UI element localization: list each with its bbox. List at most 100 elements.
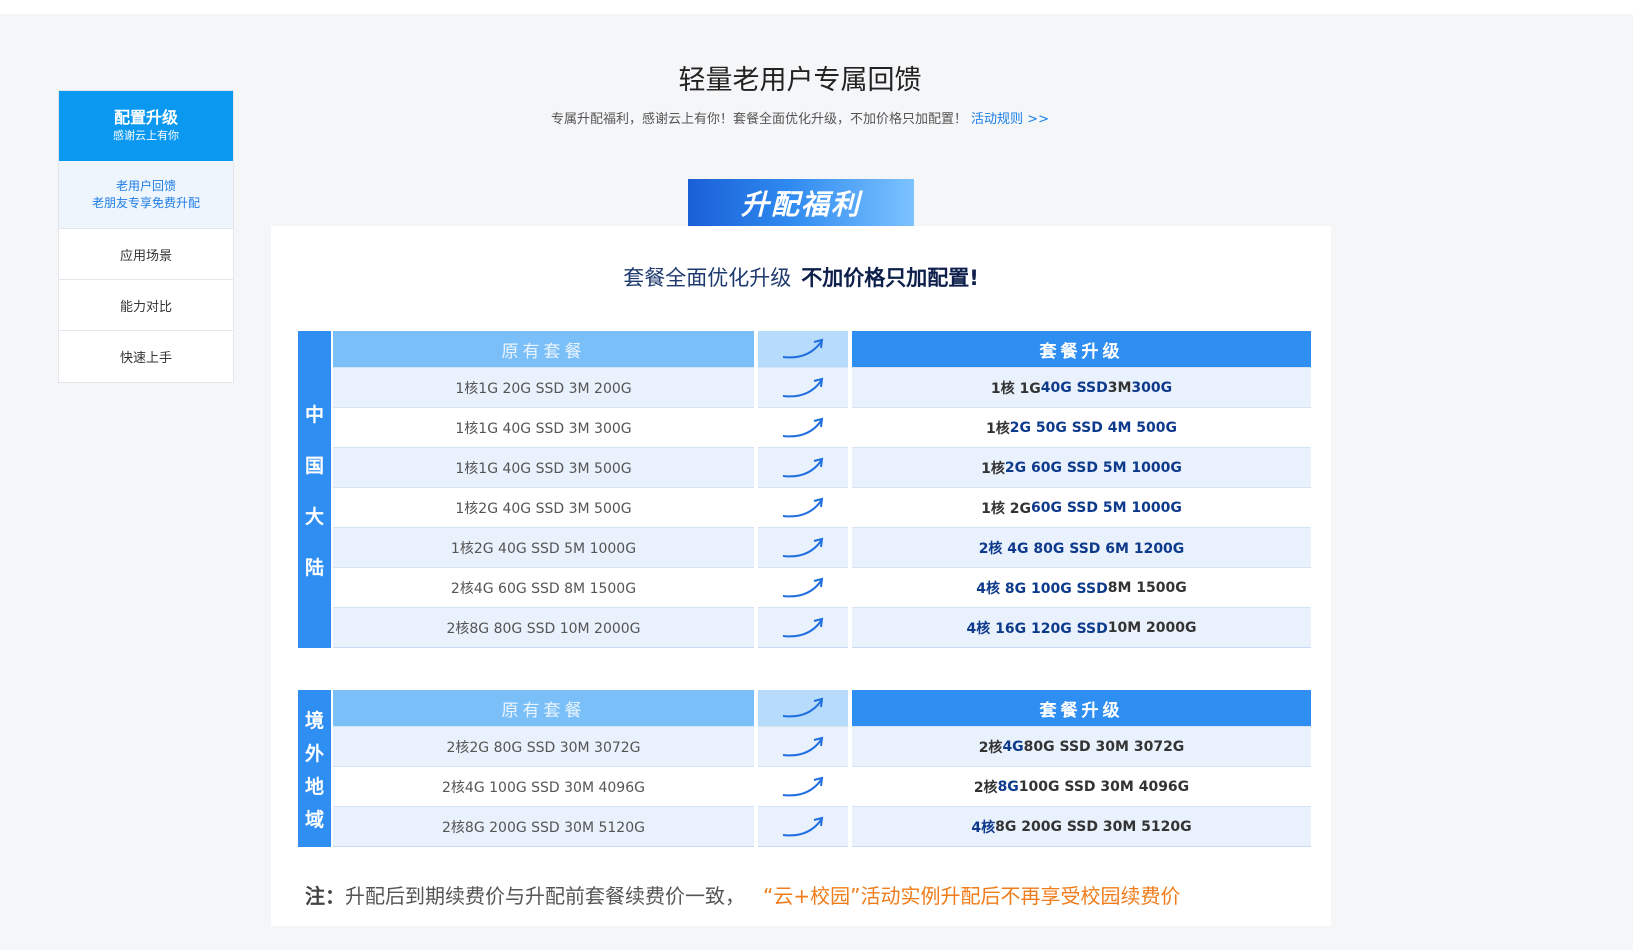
upgrade-highlight-text: 2G 60G SSD 5M 1000G [1004, 459, 1182, 476]
upgrade-highlight-text: 2G 50G SSD 4M 500G [1009, 419, 1177, 436]
upgrade-text: 8M 1500G [1107, 579, 1187, 596]
region-label-char: 国 [304, 454, 324, 477]
upgrade-plan-column: 套餐升级 2核 4G 80G SSD 30M 3072G 2核 8G 100G SS… [852, 690, 1311, 847]
upgrade-plan-cell: 2核 8G 100G SSD 30M 4096G [852, 766, 1311, 806]
arrow-cell [758, 527, 848, 567]
arrow-cell [758, 407, 848, 447]
sidebar-item-comparison[interactable]: 能力对比 [59, 280, 233, 331]
note-label: 注： [305, 884, 345, 908]
arrow-cell [758, 367, 848, 407]
upgrade-arrow-icon [782, 697, 824, 718]
sidebar-item-scenarios[interactable]: 应用场景 [59, 229, 233, 280]
upgrade-highlight-text: 4核 16G 120G SSD [966, 620, 1108, 637]
original-plan-cell: 1核1G 40G SSD 3M 300G [333, 407, 754, 447]
upgrade-arrow-icon [782, 417, 824, 437]
note-highlight: “云+校园”活动实例升配后不再享受校园续费价 [763, 884, 1181, 908]
original-plan-header: 原有套餐 [333, 331, 754, 367]
original-plan-cell: 2核8G 200G SSD 30M 5120G [333, 806, 754, 846]
upgrade-text: 2核 [978, 739, 1003, 756]
upgrade-text: 100G SSD 30M 4096G [1018, 778, 1190, 795]
upgrade-plan-cell: 1核 1G 40G SSD 3M 300G [852, 367, 1311, 407]
upgrade-highlight-text: 4核 [971, 819, 996, 836]
original-plan-cell: 1核1G 40G SSD 3M 500G [333, 447, 754, 487]
arrow-cell [758, 806, 848, 846]
arrow-header [758, 331, 848, 367]
top-bar [0, 0, 1633, 14]
original-plan-column: 原有套餐 2核2G 80G SSD 30M 3072G 2核4G 100G SSD … [333, 690, 754, 847]
original-plan-cell: 2核4G 100G SSD 30M 4096G [333, 766, 754, 806]
upgrade-plan-cell: 1核 2G 60G SSD 5M 1000G [852, 487, 1311, 527]
upgrade-arrow-icon [782, 776, 824, 796]
page-subtitle: 专属升配福利，感谢云上有你！套餐全面优化升级，不加价格只加配置！ 活动规则 >> [0, 108, 1600, 127]
arrow-column [758, 690, 848, 847]
group-mainland: 中国大陆原有套餐 1核1G 20G SSD 3M 200G 1核1G 40G SSD… [298, 331, 1311, 648]
upgrade-arrow-icon [782, 816, 824, 836]
original-plan-cell: 2核4G 60G SSD 8M 1500G [333, 567, 754, 607]
upgrade-highlight-text: 2核 4G 80G SSD 6M 1200G [978, 540, 1185, 557]
upgrade-text: 1核 2G [981, 500, 1031, 517]
upgrade-text: 8G 200G SSD 30M 5120G [995, 818, 1192, 835]
upgrade-plan-cell: 1核 2G 50G SSD 4M 500G [852, 407, 1311, 447]
upgrade-highlight-text: 4G [1002, 738, 1024, 755]
original-plan-cell: 2核2G 80G SSD 30M 3072G [333, 726, 754, 766]
arrow-cell [758, 766, 848, 806]
upgrade-text: 3M [1107, 379, 1132, 396]
region-label-char: 境 [304, 709, 324, 732]
arrow-cell [758, 607, 848, 647]
original-plan-cell: 1核1G 20G SSD 3M 200G [333, 367, 754, 407]
upgrade-plan-column: 套餐升级 1核 1G 40G SSD 3M 300G 1核 2G 50G SSD 4… [852, 331, 1311, 648]
upgrade-text: 1核 [981, 460, 1005, 477]
upgrade-arrow-icon [782, 736, 824, 756]
upgrade-arrow-icon [782, 377, 824, 397]
upgrade-arrow-icon [782, 497, 824, 517]
arrow-cell [758, 447, 848, 487]
upgrade-highlight-text: 8G [997, 778, 1019, 795]
original-plan-column: 原有套餐 1核1G 20G SSD 3M 200G 1核1G 40G SSD 3M … [333, 331, 754, 648]
upgrade-benefit-banner: 升配福利 [688, 179, 914, 226]
region-label-char: 域 [304, 808, 324, 831]
upgrade-plan-cell: 1核 2G 60G SSD 5M 1000G [852, 447, 1311, 487]
subtitle-text: 专属升配福利，感谢云上有你！套餐全面优化升级，不加价格只加配置！ [551, 112, 968, 127]
upgrade-highlight-text: 300G [1131, 379, 1173, 396]
arrow-cell [758, 487, 848, 527]
footnote: 注：升配后到期续费价与升配前套餐续费价一致， “云+校园”活动实例升配后不再享受校… [305, 880, 1180, 909]
original-plan-cell: 2核8G 80G SSD 10M 2000G [333, 607, 754, 647]
upgrade-text: 1核 [986, 420, 1010, 437]
region-label-char: 大 [304, 505, 324, 528]
arrow-cell [758, 567, 848, 607]
upgrade-arrow-icon [782, 457, 824, 477]
sidebar: 配置升级 感谢云上有你 老用户回馈 老朋友专享免费升配 应用场景 能力对比 快速… [58, 90, 234, 383]
region-label-char: 地 [304, 775, 324, 798]
note-text: 升配后到期续费价与升配前套餐续费价一致， [345, 884, 745, 908]
upgrade-text: 2核 [973, 779, 998, 796]
original-plan-header: 原有套餐 [333, 690, 754, 726]
upgrade-plan-cell: 2核 4G 80G SSD 30M 3072G [852, 726, 1311, 766]
original-plan-cell: 1核2G 40G SSD 5M 1000G [333, 527, 754, 567]
card-headline: 套餐全面优化升级 不加价格只加配置! [271, 262, 1331, 292]
activity-rules-link[interactable]: 活动规则 >> [971, 112, 1049, 127]
upgrade-plan-header: 套餐升级 [852, 690, 1311, 726]
upgrade-highlight-text: 4核 8G 100G SSD [976, 580, 1108, 597]
upgrade-arrow-icon [782, 617, 824, 637]
upgrade-plan-header: 套餐升级 [852, 331, 1311, 367]
region-label-char: 外 [304, 742, 324, 765]
sidebar-sub-line1: 老用户回馈 [115, 178, 176, 193]
headline-normal: 套餐全面优化升级 [623, 266, 792, 290]
upgrade-arrow-icon [782, 537, 824, 557]
sidebar-item-quickstart[interactable]: 快速上手 [59, 331, 233, 382]
arrow-header [758, 690, 848, 726]
upgrade-text: 10M 2000G [1107, 619, 1197, 636]
upgrade-highlight-text: 60G SSD 5M 1000G [1030, 499, 1182, 516]
upgrade-plan-cell: 4核 8G 100G SSD 8M 1500G [852, 567, 1311, 607]
upgrade-plan-cell: 2核 4G 80G SSD 6M 1200G [852, 527, 1311, 567]
region-label-char: 中 [304, 403, 324, 426]
upgrade-text: 80G SSD 30M 3072G [1023, 738, 1185, 755]
sidebar-active-subtitle: 感谢云上有你 [113, 129, 179, 142]
upgrade-text: 1核 1G [990, 380, 1041, 397]
upgrade-arrow-icon [782, 338, 824, 359]
sidebar-item-loyalty[interactable]: 老用户回馈 老朋友专享免费升配 [59, 161, 233, 229]
region-label-char: 陆 [304, 556, 324, 579]
upgrade-plan-cell: 4核 16G 120G SSD 10M 2000G [852, 607, 1311, 647]
group-overseas: 境外地域原有套餐 2核2G 80G SSD 30M 3072G 2核4G 100G … [298, 690, 1311, 847]
sidebar-sub-line2: 老朋友专享免费升配 [91, 195, 200, 210]
